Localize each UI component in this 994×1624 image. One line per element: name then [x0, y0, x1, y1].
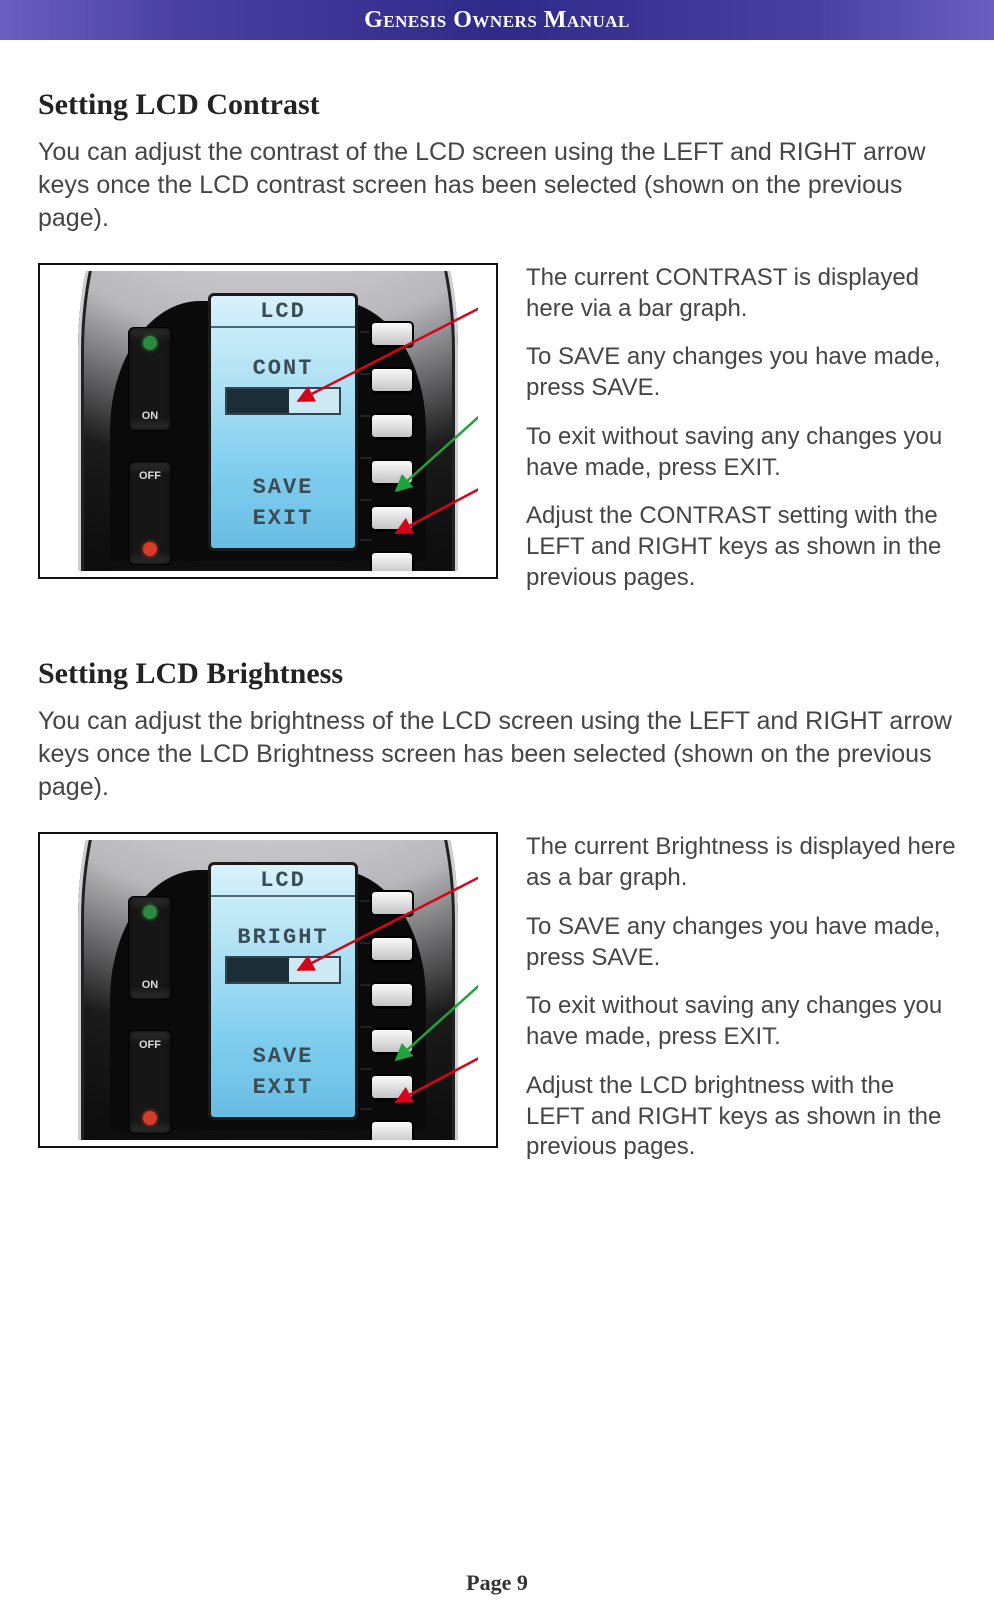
- lcd-panel: LCD CONT SAVE EXIT: [208, 293, 358, 551]
- soft-key-6: [370, 551, 414, 571]
- note-adjust: Adjust the CONTRAST setting with the LEF…: [526, 501, 956, 593]
- off-label: OFF: [129, 1039, 171, 1051]
- heading-set-lcd-contrast: Setting LCD Contrast: [38, 88, 956, 122]
- brightness-bar: [225, 956, 341, 984]
- lcd-panel: LCD BRIGHT SAVE EXIT: [208, 862, 358, 1120]
- note-adjust: Adjust the LCD brightness with the LEFT …: [526, 1071, 956, 1163]
- note-exit: To exit without saving any changes you h…: [526, 422, 956, 483]
- soft-key-3: [370, 413, 414, 439]
- soft-key-4: [370, 459, 414, 485]
- off-icon: [143, 542, 157, 556]
- device-mockup-brightness: ON OFF LCD BRIGHT SAVE EXIT: [58, 840, 478, 1140]
- heading-set-lcd-brightness: Setting LCD Brightness: [38, 657, 956, 691]
- figure-brightness: ON OFF LCD BRIGHT SAVE EXIT: [38, 832, 498, 1148]
- off-icon: [143, 1111, 157, 1125]
- intro-contrast: You can adjust the contrast of the LCD s…: [38, 136, 956, 235]
- lcd-save-label: SAVE: [211, 1044, 355, 1069]
- power-icon: [143, 336, 157, 350]
- off-label: OFF: [129, 470, 171, 482]
- soft-key-6: [370, 1120, 414, 1140]
- note-save: To SAVE any changes you have made, press…: [526, 912, 956, 973]
- page-footer: Page 9: [0, 1570, 994, 1596]
- notes-contrast: The current CONTRAST is displayed here v…: [526, 263, 956, 611]
- lcd-title: LCD: [211, 865, 355, 897]
- soft-key-5: [370, 505, 414, 531]
- soft-key-1: [370, 890, 414, 916]
- lcd-exit-label: EXIT: [211, 506, 355, 531]
- note-save: To SAVE any changes you have made, press…: [526, 342, 956, 403]
- lcd-save-label: SAVE: [211, 475, 355, 500]
- lcd-title: LCD: [211, 296, 355, 328]
- soft-key-4: [370, 1028, 414, 1054]
- device-mockup-contrast: ON OFF LCD CONT SAVE EXIT: [58, 271, 478, 571]
- lcd-exit-label: EXIT: [211, 1075, 355, 1100]
- lcd-field-label: BRIGHT: [211, 925, 355, 950]
- on-label: ON: [129, 979, 171, 991]
- note-exit: To exit without saving any changes you h…: [526, 991, 956, 1052]
- manual-header: Genesis Owners Manual: [0, 0, 994, 40]
- note-contrast-bar: The current CONTRAST is displayed here v…: [526, 263, 956, 324]
- on-label: ON: [129, 410, 171, 422]
- soft-key-2: [370, 936, 414, 962]
- intro-brightness: You can adjust the brightness of the LCD…: [38, 705, 956, 804]
- power-on-button: ON: [128, 896, 172, 1000]
- note-brightness-bar: The current Brightness is displayed here…: [526, 832, 956, 893]
- power-off-button: OFF: [128, 1030, 172, 1134]
- power-on-button: ON: [128, 327, 172, 431]
- soft-key-1: [370, 321, 414, 347]
- power-icon: [143, 905, 157, 919]
- soft-key-2: [370, 367, 414, 393]
- contrast-bar: [225, 387, 341, 415]
- soft-key-5: [370, 1074, 414, 1100]
- figure-contrast: ON OFF LCD CONT SAVE EXIT: [38, 263, 498, 579]
- soft-key-3: [370, 982, 414, 1008]
- power-off-button: OFF: [128, 461, 172, 565]
- lcd-field-label: CONT: [211, 356, 355, 381]
- notes-brightness: The current Brightness is displayed here…: [526, 832, 956, 1180]
